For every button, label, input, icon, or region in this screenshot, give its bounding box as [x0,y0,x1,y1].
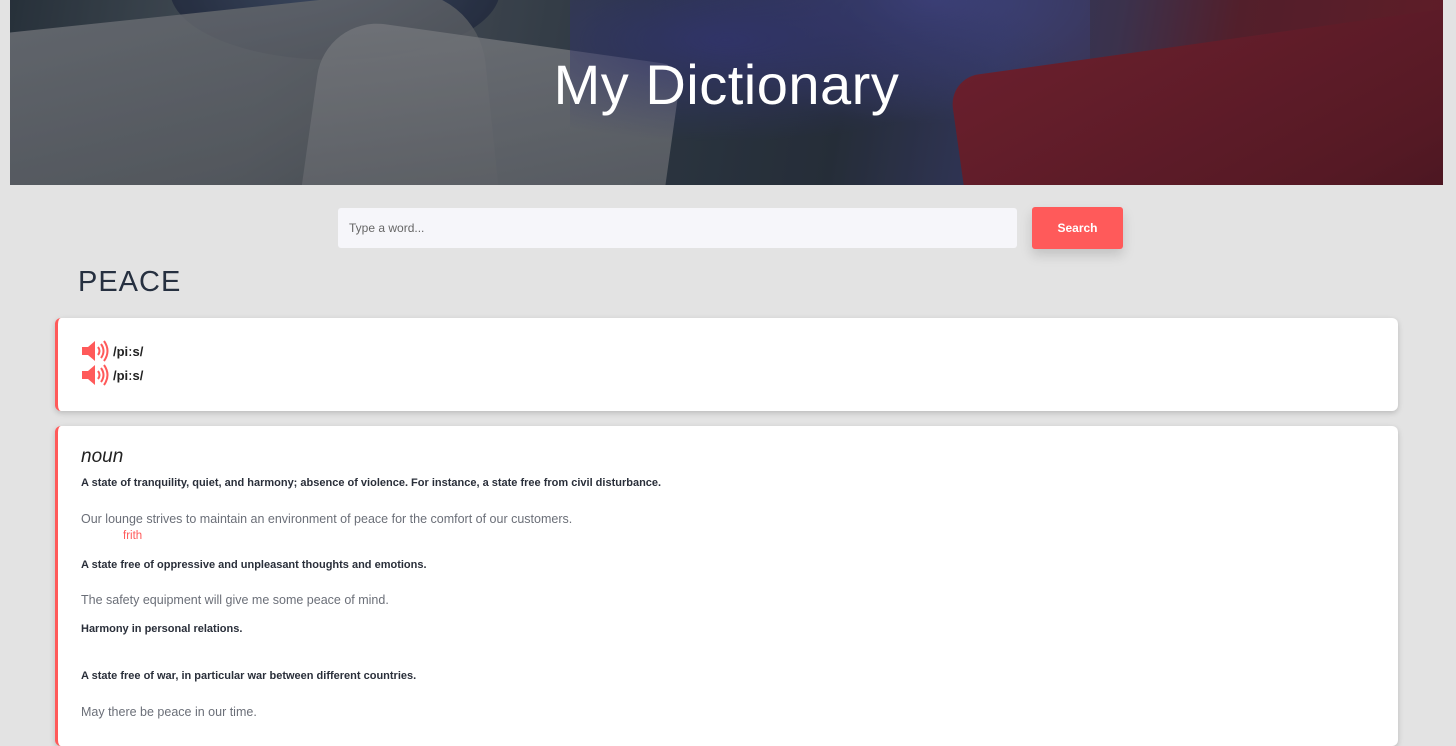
phonetic-text: /piːs/ [113,343,144,359]
phonetic-row: /piːs/ [81,339,143,363]
result-word: PEACE [78,266,182,298]
phonetic-text: /piːs/ [113,367,144,383]
definition-text: Harmony in personal relations. [81,623,243,635]
definition-text: A state free of war, in particular war b… [81,670,417,682]
page-title: My Dictionary [553,53,900,116]
example-text: Our lounge strives to maintain an enviro… [81,512,573,526]
hero-banner: My Dictionary [10,0,1443,185]
search-button[interactable]: Search [1032,207,1123,249]
definition-text: A state of tranquility, quiet, and harmo… [81,477,662,489]
definition-text: A state free of oppressive and unpleasan… [81,559,427,571]
phonetics-card: /piːs/ /piːs/ [55,318,1398,411]
example-text: The safety equipment will give me some p… [81,593,389,607]
synonym-text: frith [123,530,143,542]
search-input[interactable] [338,208,1017,248]
example-text: May there be peace in our time. [81,705,257,719]
part-of-speech: noun [81,446,124,467]
search-form: Search [338,207,1123,249]
phonetic-row: /piːs/ [81,363,143,387]
speaker-icon[interactable] [81,340,111,362]
speaker-icon[interactable] [81,364,111,386]
meaning-card: noun A state of tranquility, quiet, and … [55,426,1398,746]
